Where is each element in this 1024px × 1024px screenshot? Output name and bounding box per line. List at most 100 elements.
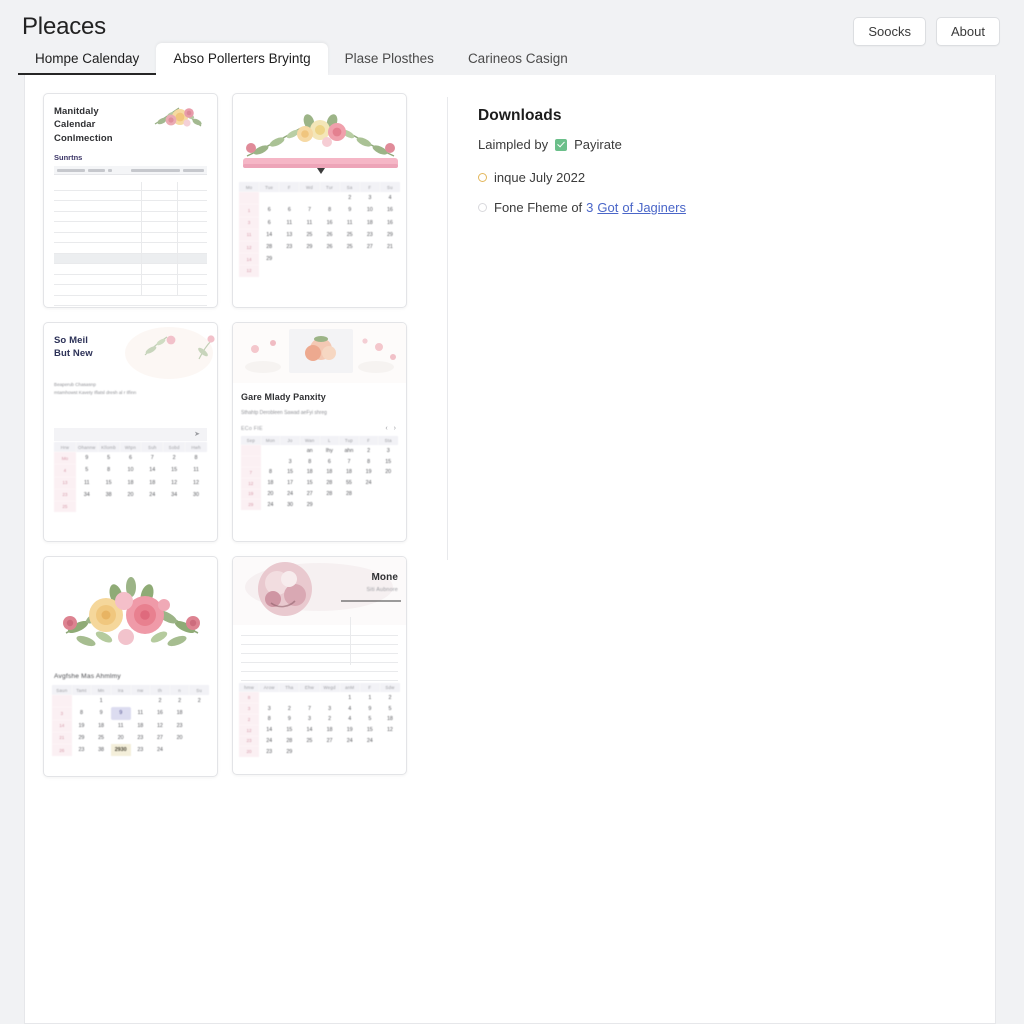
calendar-day-cell[interactable]: 23: [131, 732, 151, 744]
calendar-day-cell[interactable]: 6: [279, 204, 299, 216]
calendar-day-cell[interactable]: 20: [170, 732, 190, 744]
calendar-day-cell[interactable]: 12: [163, 477, 185, 489]
calendar-day-cell[interactable]: 23: [131, 744, 151, 756]
calendar-day-cell[interactable]: 19: [359, 467, 379, 478]
calendar-day-cell[interactable]: 7: [141, 452, 163, 464]
calendar-day-cell[interactable]: 29: [299, 241, 319, 253]
calendar-week-number[interactable]: 8: [239, 692, 260, 704]
calendar-day-cell[interactable]: 24: [280, 489, 300, 500]
tab-carineos-casign[interactable]: Carineos Casign: [451, 43, 585, 75]
calendar-day-cell[interactable]: [259, 192, 279, 204]
tab-hompe-calenday[interactable]: Hompe Calenday: [18, 43, 157, 75]
calendar-day-cell[interactable]: 14: [299, 725, 319, 736]
calendar-day-cell[interactable]: [380, 736, 400, 747]
calendar-day-cell[interactable]: 3: [280, 456, 300, 467]
calendar-day-cell[interactable]: 7: [299, 703, 319, 714]
calendar-day-cell[interactable]: 15: [300, 478, 320, 489]
calendar-day-cell[interactable]: 2: [380, 692, 400, 703]
tab-plase-plosthes[interactable]: Plase Plosthes: [328, 43, 451, 75]
calendar-day-cell[interactable]: 18: [131, 720, 151, 732]
calendar-day-cell[interactable]: 8: [320, 204, 340, 216]
calendar-day-cell[interactable]: 18: [339, 467, 359, 478]
calendar-day-cell[interactable]: 20: [261, 489, 281, 500]
calendar-day-cell[interactable]: [320, 692, 340, 703]
calendar-day-cell[interactable]: [72, 695, 92, 707]
calendar-day-cell[interactable]: 9: [110, 707, 131, 720]
calendar-day-cell[interactable]: [299, 253, 319, 265]
calendar-day-cell[interactable]: 20: [111, 732, 131, 744]
calendar-week-number[interactable]: 7: [241, 466, 261, 478]
calendar-day-cell[interactable]: 3: [320, 703, 340, 714]
calendar-day-cell[interactable]: [131, 695, 151, 707]
calendar-day-cell[interactable]: 38: [91, 744, 111, 756]
calendar-day-cell[interactable]: 6: [320, 456, 340, 467]
card-mone-monthly[interactable]: Mone Siti Aubnore hmw Arow Tha Ehw Wegd …: [232, 556, 407, 775]
calendar-day-cell[interactable]: 5: [380, 703, 400, 714]
calendar-day-cell[interactable]: [378, 499, 398, 510]
calendar-day-cell[interactable]: 19: [72, 720, 92, 732]
calendar-week-number[interactable]: [241, 456, 261, 467]
calendar-day-cell[interactable]: 18: [320, 725, 340, 736]
calendar-day-cell[interactable]: [279, 265, 299, 276]
calendar-day-cell[interactable]: 23: [72, 744, 92, 756]
calendar-week-number[interactable]: [241, 445, 261, 457]
calendar-day-cell[interactable]: 3: [299, 714, 319, 725]
calendar-day-cell[interactable]: [170, 744, 190, 756]
calendar-day-cell[interactable]: [279, 192, 299, 204]
calendar-day-cell[interactable]: 2: [340, 192, 360, 204]
calendar-day-cell[interactable]: 34: [76, 489, 98, 501]
calendar-day-cell[interactable]: [340, 253, 360, 265]
calendar-day-cell[interactable]: 2: [163, 452, 185, 464]
calendar-day-cell[interactable]: 8: [359, 456, 379, 467]
calendar-day-cell[interactable]: 8: [261, 467, 281, 478]
calendar-day-cell[interactable]: 29: [300, 499, 320, 510]
calendar-day-cell[interactable]: [360, 265, 380, 276]
calendar-toolbar[interactable]: ECo FIE ‹ ›: [241, 422, 398, 435]
calendar-day-cell[interactable]: 2: [359, 445, 379, 456]
calendar-week-number[interactable]: 25: [54, 500, 76, 513]
calendar-day-cell[interactable]: 6: [259, 217, 279, 229]
calendar-day-cell[interactable]: 8: [300, 456, 320, 467]
soocks-button[interactable]: Soocks: [853, 17, 927, 46]
calendar-day-cell[interactable]: 28: [320, 489, 340, 500]
calendar-day-cell[interactable]: 11: [111, 720, 131, 732]
month-nav-icons[interactable]: ‹ ›: [385, 425, 398, 432]
card-monthly-calendar-connection[interactable]: Manitdaly Calendar Conlmection Sunrtns: [43, 93, 218, 308]
calendar-week-number[interactable]: 12: [241, 477, 261, 489]
calendar-day-cell[interactable]: Ihy: [320, 445, 340, 456]
calendar-day-cell[interactable]: 7: [299, 204, 319, 216]
calendar-day-cell[interactable]: 6: [259, 204, 279, 216]
calendar-day-cell[interactable]: 12: [380, 725, 400, 736]
calendar-day-cell[interactable]: 14: [141, 464, 163, 476]
calendar-week-number[interactable]: 29: [241, 499, 261, 511]
calendar-day-cell[interactable]: [185, 501, 207, 512]
calendar-day-cell[interactable]: [279, 692, 299, 703]
calendar-day-cell[interactable]: 34: [163, 489, 185, 501]
calendar-day-cell[interactable]: 23: [360, 229, 380, 241]
calendar-week-number[interactable]: 2: [239, 713, 260, 725]
calendar-day-cell[interactable]: [340, 265, 360, 276]
calendar-day-cell[interactable]: [299, 192, 319, 204]
calendar-day-cell[interactable]: 18: [320, 467, 340, 478]
calendar-day-cell[interactable]: 16: [380, 217, 400, 229]
card-gare-mlady-panxity[interactable]: Gare Mlady Panxity Sthahtp Derobleen Saw…: [232, 322, 407, 542]
calendar-day-cell[interactable]: 24: [340, 736, 360, 747]
calendar-day-cell[interactable]: 27: [360, 241, 380, 253]
calendar-day-cell[interactable]: [299, 265, 319, 276]
calendar-day-cell[interactable]: 5: [76, 464, 98, 476]
calendar-day-cell[interactable]: 29: [259, 253, 279, 265]
calendar-day-cell[interactable]: 19: [340, 725, 360, 736]
calendar-day-cell[interactable]: [163, 501, 185, 512]
mini-calendar[interactable]: Saun Tamt Mn Ira nw th n Su 1 2 2 2 3 8 9 9 11 16…: [52, 685, 209, 757]
calendar-day-cell[interactable]: 8: [72, 707, 92, 719]
calendar-week-number[interactable]: 20: [239, 746, 260, 758]
calendar-day-cell[interactable]: [261, 445, 281, 456]
calendar-day-cell[interactable]: 28: [279, 736, 299, 747]
calendar-day-cell[interactable]: 30: [280, 499, 300, 510]
calendar-day-cell[interactable]: [111, 695, 131, 707]
calendar-day-cell[interactable]: 29: [279, 746, 299, 757]
calendar-day-cell[interactable]: 3: [259, 703, 279, 714]
calendar-day-cell[interactable]: [380, 253, 400, 265]
calendar-week-number[interactable]: 19: [241, 488, 261, 500]
calendar-day-cell[interactable]: [360, 253, 380, 265]
